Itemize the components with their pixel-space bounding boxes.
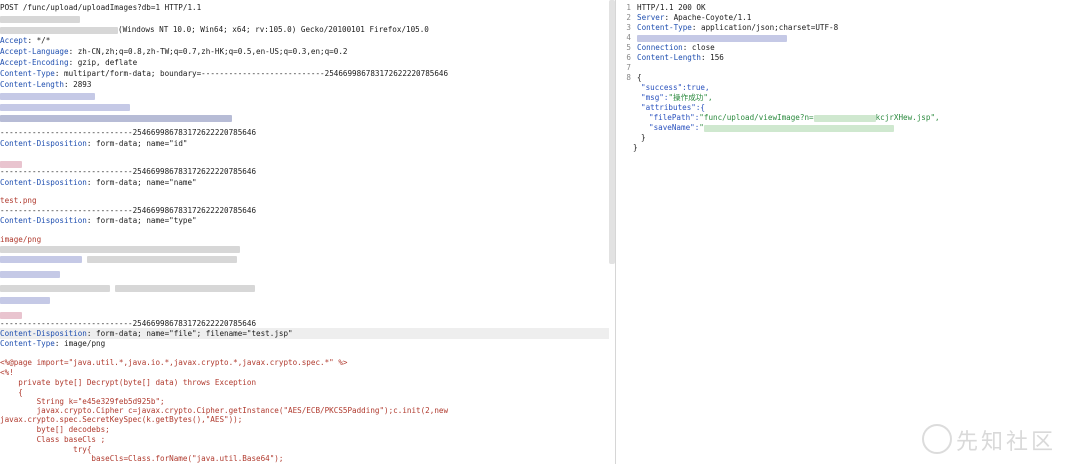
file-content-type: Content-Type: image/png [0,339,106,348]
disposition-type: Content-Disposition: form-data; name="ty… [0,216,197,225]
blurred-line [0,90,609,101]
redacted-block [114,284,255,292]
redacted-block [637,34,787,42]
redacted-block [0,284,110,292]
redacted-block [0,26,118,34]
redacted-block [703,124,894,132]
blurred-host-line [0,13,609,24]
disposition-id: Content-Disposition: form-data; name="id… [0,139,188,148]
header-accept-language: Accept-Language: zh-CN,zh;q=0.8,zh-TW;q=… [0,47,348,56]
redacted-block [86,255,237,263]
redacted-block [0,103,130,111]
pane-divider[interactable] [615,0,616,464]
redacted-block [0,92,95,100]
blurred-line [0,282,609,293]
code-line: baseCls=Class.forName("java.util.Base64"… [0,454,284,463]
response-viewer[interactable]: 1 HTTP/1.1 200 OK 2 Server: Apache-Coyote/… [621,0,1080,464]
blurred-line [0,294,609,305]
boundary-line: -----------------------------25466998678… [0,128,257,137]
boundary-line: -----------------------------25466998678… [0,167,257,176]
blurred-line [0,101,609,112]
watermark: 先知社区 [922,418,1072,458]
header-content-type: Content-Type: multipart/form-data; bound… [0,69,449,78]
request-editor[interactable]: POST /func/upload/uploadImages?db=1 HTTP… [0,0,609,464]
user-agent-line: (Windows NT 10.0; Win64; x64; rv:105.0) … [0,24,609,35]
redacted-block [0,296,50,304]
redacted-block [0,15,80,23]
blurred-line [0,268,609,279]
header-content-length: Content-Length: 2893 [0,80,92,89]
redacted-block [0,270,60,278]
disposition-name: Content-Disposition: form-data; name="na… [0,178,197,187]
blurred-line [0,253,609,264]
header-accept-encoding: Accept-Encoding: gzip, deflate [0,58,138,67]
redacted-block [0,255,82,263]
redacted-block [813,114,876,122]
json-close-outer: } [633,143,638,152]
request-line: POST /func/upload/uploadImages?db=1 HTTP… [0,3,202,12]
header-accept: Accept: */* [0,36,51,45]
redacted-block [0,245,240,253]
redacted-block [0,114,232,122]
watermark-logo-icon [922,424,952,454]
blurred-line [0,112,609,123]
